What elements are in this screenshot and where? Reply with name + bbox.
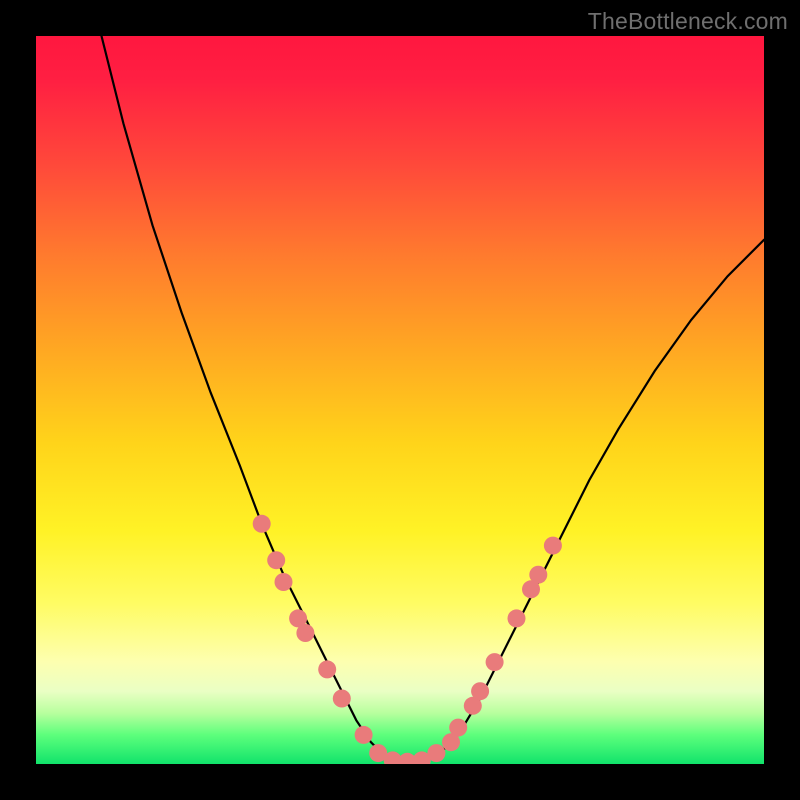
chart-plot-area — [36, 36, 764, 764]
marker-point — [486, 653, 504, 671]
marker-point — [508, 609, 526, 627]
marker-point — [333, 690, 351, 708]
highlight-markers — [253, 515, 562, 764]
chart-frame: TheBottleneck.com — [0, 0, 800, 800]
marker-point — [355, 726, 373, 744]
marker-point — [427, 744, 445, 762]
marker-point — [275, 573, 293, 591]
marker-point — [267, 551, 285, 569]
bottleneck-curve — [102, 36, 765, 764]
marker-point — [449, 719, 467, 737]
curve-group — [102, 36, 765, 764]
marker-point — [529, 566, 547, 584]
marker-point — [296, 624, 314, 642]
marker-point — [544, 537, 562, 555]
marker-point — [471, 682, 489, 700]
chart-svg — [36, 36, 764, 764]
watermark-text: TheBottleneck.com — [588, 8, 788, 35]
marker-point — [253, 515, 271, 533]
marker-point — [318, 660, 336, 678]
